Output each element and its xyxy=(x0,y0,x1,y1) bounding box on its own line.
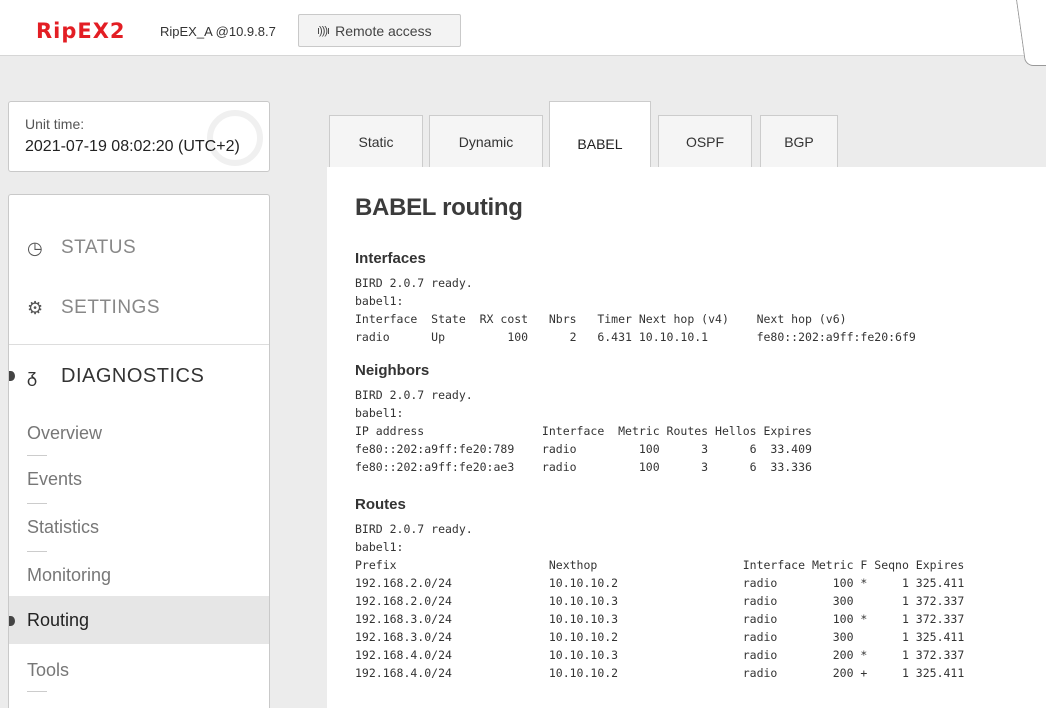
unit-time-box: Unit time: 2021-07-19 08:02:20 (UTC+2) xyxy=(8,101,270,172)
neighbors-header-row: IP address Interface Metric Routes Hello… xyxy=(355,424,812,438)
ripex-logo[interactable]: RipEX2 xyxy=(36,19,126,43)
routes-row: 192.168.3.0/24 10.10.10.2 radio 300 1 32… xyxy=(355,630,965,644)
neighbors-heading: Neighbors xyxy=(355,362,430,379)
sidebar-item-statistics[interactable]: Statistics xyxy=(9,503,269,551)
unit-name: RipEX_A @10.9.8.7 xyxy=(160,24,276,39)
gears-icon: ⚙ xyxy=(27,297,44,318)
tab-babel[interactable]: BABEL xyxy=(549,101,651,167)
routes-header-row: Prefix Nexthop Interface Metric F Seqno … xyxy=(355,558,965,572)
interfaces-line: BIRD 2.0.7 ready. xyxy=(355,276,473,290)
sidebar-divider xyxy=(9,344,269,345)
sidebar-item-overview[interactable]: Overview xyxy=(9,409,269,457)
unit-time-value: 2021-07-19 08:02:20 (UTC+2) xyxy=(25,138,240,155)
interfaces-heading: Interfaces xyxy=(355,250,426,267)
unit-time-label: Unit time: xyxy=(25,116,85,132)
routes-row: 192.168.2.0/24 10.10.10.2 radio 100 * 1 … xyxy=(355,576,965,590)
remote-access-label: Remote access xyxy=(335,22,432,39)
sidebar-separator xyxy=(27,691,47,692)
sidebar-item-monitoring[interactable]: Monitoring xyxy=(9,551,269,599)
sidebar-item-events[interactable]: Events xyxy=(9,455,269,503)
sidebar-item-label: SETTINGS xyxy=(61,297,161,318)
antenna-icon: ı)))ı xyxy=(317,24,330,37)
routes-row: 192.168.3.0/24 10.10.10.3 radio 100 * 1 … xyxy=(355,612,965,626)
routes-row: 192.168.4.0/24 10.10.10.2 radio 200 + 1 … xyxy=(355,666,965,680)
sidebar-item-tools[interactable]: Tools xyxy=(9,646,269,694)
sidebar-item-routing[interactable]: Routing xyxy=(9,596,269,644)
sidebar-item-settings[interactable]: ⚙ SETTINGS xyxy=(9,293,269,323)
sidebar-item-status[interactable]: ◷ STATUS xyxy=(9,233,269,263)
routes-row: 192.168.4.0/24 10.10.10.3 radio 200 * 1 … xyxy=(355,648,965,662)
tab-ospf[interactable]: OSPF xyxy=(658,115,752,167)
tab-dynamic[interactable]: Dynamic xyxy=(429,115,543,167)
neighbors-row: fe80::202:a9ff:fe20:789 radio 100 3 6 33… xyxy=(355,442,812,456)
page-title: BABEL routing xyxy=(355,194,523,221)
stethoscope-icon: ᵹ xyxy=(27,365,38,386)
gauge-icon: ◷ xyxy=(27,237,43,258)
interfaces-header-row: Interface State RX cost Nbrs Timer Next … xyxy=(355,312,847,326)
remote-access-button[interactable]: ı)))ı Remote access xyxy=(298,14,461,47)
tab-bgp[interactable]: BGP xyxy=(760,115,838,167)
routes-row: 192.168.2.0/24 10.10.10.3 radio 300 1 37… xyxy=(355,594,965,608)
corner-tab[interactable] xyxy=(1016,0,1046,66)
sidebar-item-label: STATUS xyxy=(61,237,137,258)
interfaces-row: radio Up 100 2 6.431 10.10.10.1 fe80::20… xyxy=(355,330,916,344)
sidebar-item-label: DIAGNOSTICS xyxy=(61,364,205,387)
routes-line: BIRD 2.0.7 ready. xyxy=(355,522,473,536)
routes-heading: Routes xyxy=(355,496,406,513)
neighbors-row: fe80::202:a9ff:fe20:ae3 radio 100 3 6 33… xyxy=(355,460,812,474)
routes-line: babel1: xyxy=(355,540,404,554)
sidebar-item-diagnostics[interactable]: ᵹ DIAGNOSTICS xyxy=(9,359,269,393)
interfaces-line: babel1: xyxy=(355,294,404,308)
top-bar: RipEX2 RipEX_A @10.9.8.7 ı)))ı Remote ac… xyxy=(0,0,1046,56)
tab-static[interactable]: Static xyxy=(329,115,423,167)
sidebar: ◷ STATUS ⚙ SETTINGS ᵹ DIAGNOSTICS Overvi… xyxy=(8,194,270,708)
content-panel: BABEL routing Interfaces BIRD 2.0.7 read… xyxy=(327,167,1046,708)
neighbors-line: BIRD 2.0.7 ready. xyxy=(355,388,473,402)
neighbors-line: babel1: xyxy=(355,406,404,420)
